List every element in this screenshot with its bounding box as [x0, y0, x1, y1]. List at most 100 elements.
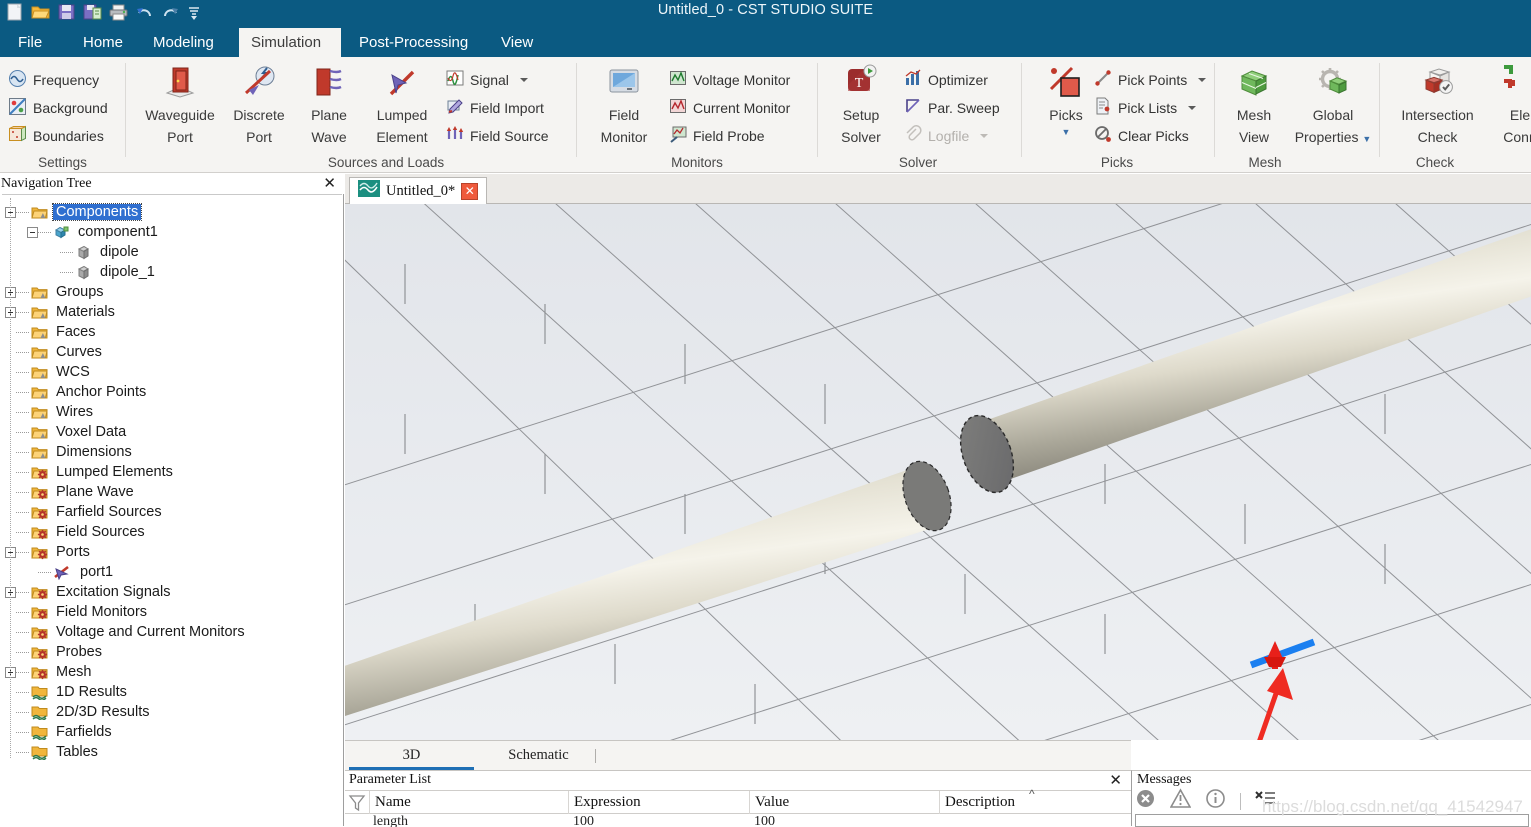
pick-lists-button[interactable]: Pick Lists	[1094, 95, 1197, 120]
current-monitor-button[interactable]: Current Monitor	[669, 95, 790, 120]
column-header-value[interactable]: Value	[750, 791, 939, 814]
tree-node-field-monitors[interactable]: Field Monitors	[0, 602, 150, 622]
lumped-element-button[interactable]: Lumped Element	[363, 63, 441, 147]
background-button[interactable]: Background	[8, 95, 108, 120]
field-monitor-button[interactable]: Field Monitor	[585, 63, 663, 147]
clear-messages-icon[interactable]	[1255, 789, 1277, 814]
tree-node-component1[interactable]: component1	[0, 222, 161, 242]
3d-viewport[interactable]	[345, 204, 1531, 740]
optimizer-button[interactable]: Optimizer	[904, 67, 988, 92]
print-icon[interactable]	[108, 2, 129, 22]
view-tab-bar[interactable]: 3D Schematic	[345, 740, 1131, 770]
tab-post-processing[interactable]: Post-Processing	[347, 28, 482, 57]
tab-modeling[interactable]: Modeling	[141, 28, 235, 57]
tree-node-excitation-signals[interactable]: Excitation Signals	[0, 582, 173, 602]
global-properties-button[interactable]: Global Properties ▼	[1287, 63, 1379, 149]
tree-node-voltage-and-current-monitors[interactable]: Voltage and Current Monitors	[0, 622, 248, 642]
3d-scene[interactable]	[345, 204, 1531, 740]
redo-icon[interactable]	[160, 2, 181, 22]
tree-node-curves[interactable]: Curves	[0, 342, 105, 362]
tree-node-materials[interactable]: Materials	[0, 302, 118, 322]
tree-node-wcs[interactable]: WCS	[0, 362, 93, 382]
clear-picks-button[interactable]: Clear Picks	[1094, 123, 1189, 148]
logfile-button[interactable]: Logfile	[904, 123, 989, 148]
tree-node-dipole[interactable]: dipole	[0, 242, 142, 262]
save-as-icon[interactable]	[82, 2, 103, 22]
open-icon[interactable]	[30, 2, 51, 22]
tree-node-1d-results[interactable]: 1D Results	[0, 682, 130, 702]
close-icon[interactable]: ✕	[1109, 771, 1122, 789]
tree-node-ports[interactable]: Ports	[0, 542, 93, 562]
tab-3d[interactable]: 3D	[349, 741, 474, 770]
tree-node-probes[interactable]: Probes	[0, 642, 105, 662]
voltage-monitor-button[interactable]: Voltage Monitor	[669, 67, 790, 92]
tree-node-anchor-points[interactable]: Anchor Points	[0, 382, 149, 402]
field-probe-button[interactable]: Field Probe	[669, 123, 765, 148]
field-import-button[interactable]: Field Import	[446, 95, 544, 120]
discrete-port-button[interactable]: Discrete Port	[220, 63, 298, 147]
tree-node-groups[interactable]: Groups	[0, 282, 107, 302]
close-icon[interactable]: ✕	[323, 175, 336, 192]
field-source-button[interactable]: Field Source	[446, 123, 549, 148]
chevron-down-icon[interactable]	[980, 133, 989, 138]
column-header-name[interactable]: Name	[370, 791, 568, 814]
tab-simulation[interactable]: Simulation	[239, 28, 341, 57]
tree-node-2d-3d-results[interactable]: 2D/3D Results	[0, 702, 152, 722]
tab-file[interactable]: File	[6, 28, 50, 57]
chevron-down-icon[interactable]	[1188, 105, 1197, 110]
pick-points-button[interactable]: Pick Points	[1094, 67, 1207, 92]
messages-toolbar[interactable]	[1135, 788, 1529, 814]
plane-wave-button[interactable]: Plane Wave	[290, 63, 368, 147]
ribbon-tab-bar[interactable]: File Home Modeling Simulation Post-Proce…	[0, 28, 1531, 57]
chevron-down-icon[interactable]	[519, 77, 528, 82]
error-icon[interactable]	[1135, 788, 1156, 814]
tree-node-port1[interactable]: port1	[0, 562, 116, 582]
tab-schematic[interactable]: Schematic	[476, 741, 601, 770]
tab-view[interactable]: View	[489, 28, 541, 57]
electrical-connectivity-button[interactable]: Ele Conn	[1490, 63, 1531, 147]
tree-node-faces[interactable]: Faces	[0, 322, 99, 342]
tab-home[interactable]: Home	[71, 28, 135, 57]
tree-node-farfields[interactable]: Farfields	[0, 722, 115, 742]
tree-node-dipole-1[interactable]: dipole_1	[0, 262, 158, 282]
tree-node-label: Plane Wave	[56, 484, 134, 500]
customize-qat-icon[interactable]	[186, 2, 207, 22]
boundaries-button[interactable]: Boundaries	[8, 123, 104, 148]
chevron-down-icon[interactable]: ▼	[1362, 134, 1371, 144]
intersection-check-button[interactable]: Intersection Check	[1385, 63, 1490, 147]
tree-toggle-icon[interactable]	[27, 226, 38, 238]
tree-node-farfield-sources[interactable]: Farfield Sources	[0, 502, 165, 522]
waveguide-port-button[interactable]: Waveguide Port	[141, 63, 219, 147]
close-icon[interactable]: ✕	[461, 182, 479, 200]
field-probe-label: Field Probe	[693, 127, 765, 144]
tree-node-components[interactable]: Components	[0, 202, 143, 222]
mesh-view-button[interactable]: Mesh View	[1215, 63, 1293, 147]
quick-access-toolbar[interactable]	[4, 1, 207, 23]
navigation-tree[interactable]: Components component1 dipole dipole_1 Groups…	[0, 198, 344, 818]
tree-node-wires[interactable]: Wires	[0, 402, 96, 422]
tree-node-tables[interactable]: Tables	[0, 742, 101, 762]
document-tab-untitled0[interactable]: Untitled_0* ✕	[349, 177, 488, 204]
save-icon[interactable]	[56, 2, 77, 22]
warning-icon[interactable]	[1169, 788, 1192, 814]
par-sweep-button[interactable]: Par. Sweep	[904, 95, 1000, 120]
document-tab-bar[interactable]: Untitled_0* ✕	[345, 174, 1531, 204]
chevron-down-icon[interactable]	[1198, 77, 1207, 82]
column-header-expression[interactable]: Expression	[569, 791, 749, 814]
tree-node-voxel-data[interactable]: Voxel Data	[0, 422, 129, 442]
tree-node-mesh[interactable]: Mesh	[0, 662, 94, 682]
undo-icon[interactable]	[134, 2, 155, 22]
messages-output[interactable]	[1135, 814, 1529, 827]
signal-button[interactable]: Signal	[446, 67, 528, 92]
tree-node-plane-wave[interactable]: Plane Wave	[0, 482, 137, 502]
plane-wave-icon	[290, 63, 368, 103]
tree-node-field-sources[interactable]: Field Sources	[0, 522, 148, 542]
frequency-button[interactable]: Frequency	[8, 67, 99, 92]
new-icon[interactable]	[4, 2, 25, 22]
tree-node-lumped-elements[interactable]: Lumped Elements	[0, 462, 176, 482]
info-icon[interactable]	[1205, 788, 1226, 814]
tree-connector	[16, 491, 29, 493]
setup-solver-button[interactable]: T Setup Solver	[822, 63, 900, 147]
tree-node-dimensions[interactable]: Dimensions	[0, 442, 135, 462]
table-row[interactable]: length 100 100	[345, 814, 1131, 827]
